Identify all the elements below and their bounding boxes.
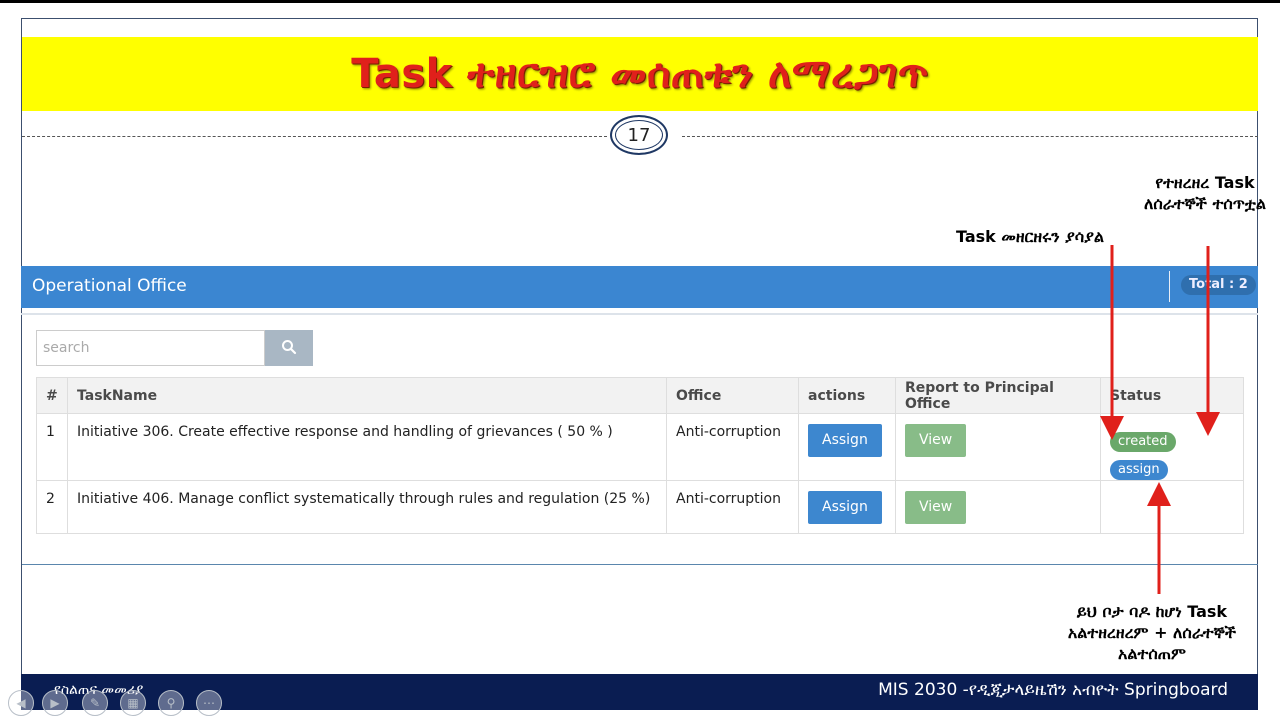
next-slide-icon[interactable]: ▶ xyxy=(42,690,68,716)
zoom-icon[interactable]: ⚲ xyxy=(158,690,184,716)
slides-grid-icon[interactable]: ▦ xyxy=(120,690,146,716)
annotation-arrows xyxy=(1100,245,1220,594)
footer-right-text: MIS 2030 -የዲጂታላይዜሽን አብዮት Springboard xyxy=(878,680,1228,700)
prev-slide-icon[interactable]: ◀ xyxy=(8,690,34,716)
pen-icon[interactable]: ✎ xyxy=(82,690,108,716)
more-options-icon[interactable]: ⋯ xyxy=(196,690,222,716)
